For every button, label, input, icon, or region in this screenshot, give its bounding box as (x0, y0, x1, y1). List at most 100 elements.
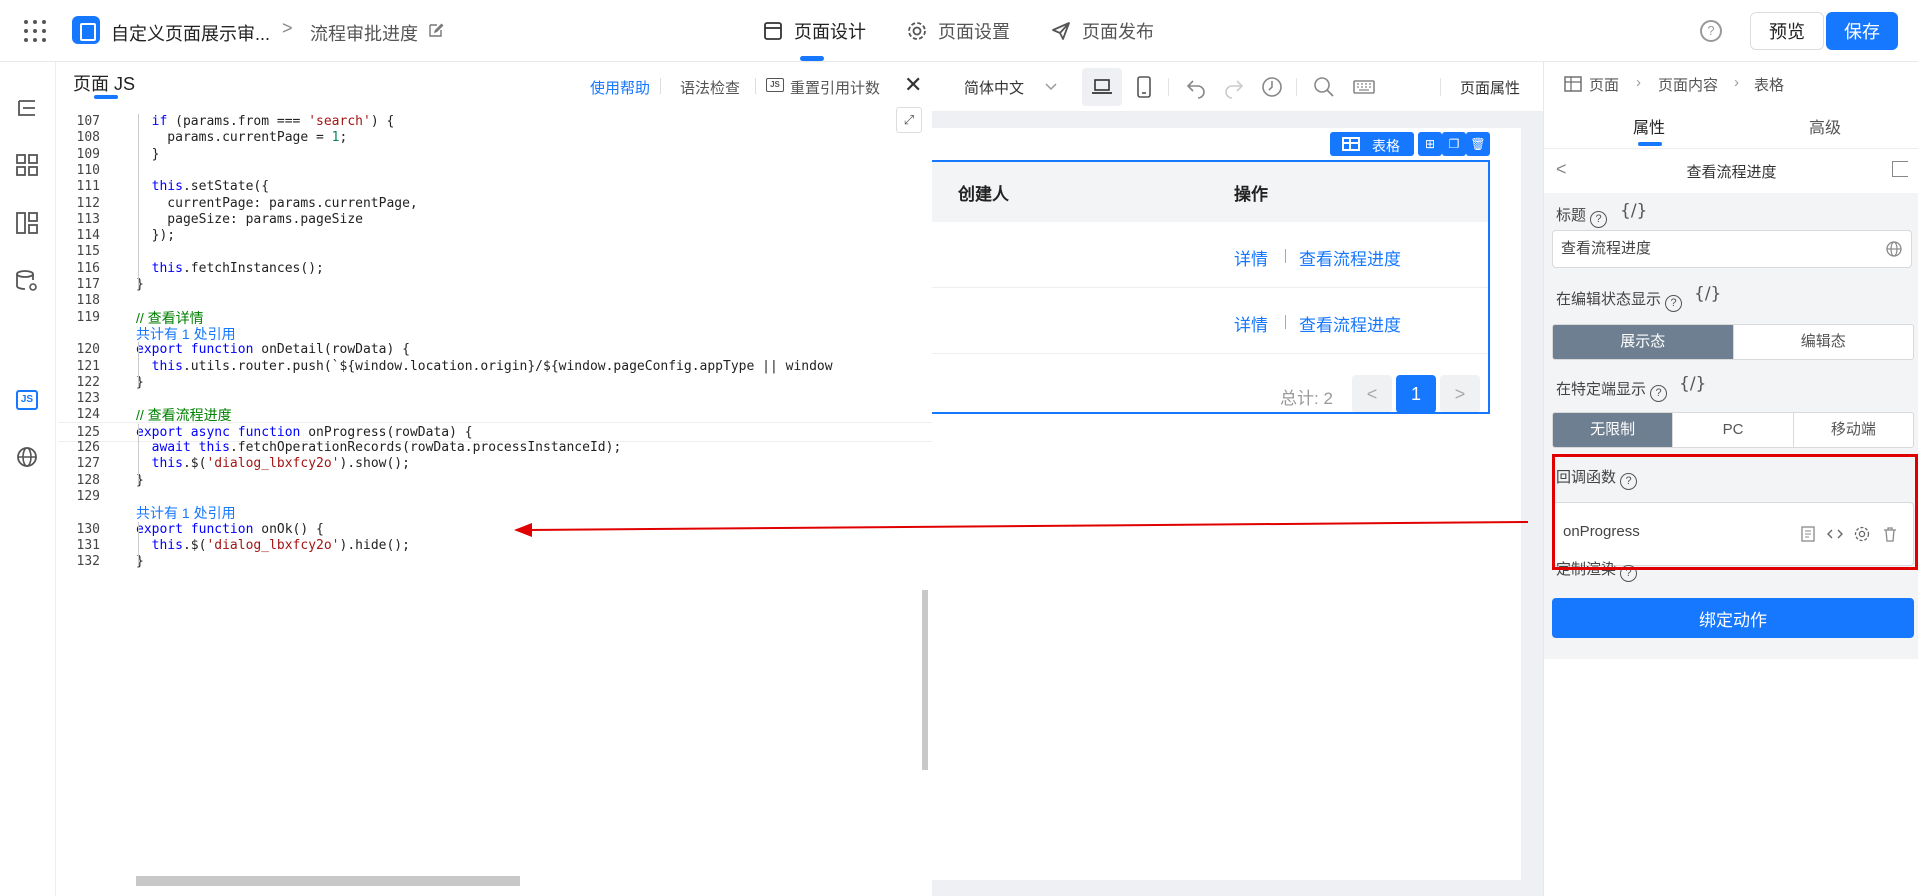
help-icon[interactable]: ? (1590, 211, 1608, 228)
indent-guide (138, 342, 139, 388)
code-line: 132} (58, 552, 932, 572)
usage-help-link[interactable]: 使用帮助 (590, 77, 650, 98)
help-icon[interactable]: ? (1665, 295, 1683, 312)
language-select[interactable]: 简体中文 (964, 77, 1024, 98)
title-label: 标题? (1556, 204, 1608, 228)
window-icon (764, 22, 782, 40)
keyboard-icon[interactable] (1352, 75, 1376, 99)
datasource-icon[interactable] (14, 268, 40, 294)
globe-icon[interactable] (14, 444, 40, 470)
code-editor[interactable]: 107 if (params.from === 'search') {108 p… (58, 102, 932, 882)
insert-icon[interactable]: ⊞ (1418, 132, 1442, 156)
divider (1296, 78, 1297, 96)
preview-button[interactable]: 预览 (1750, 12, 1824, 50)
indent-guide (138, 521, 139, 567)
table-icon (1342, 137, 1360, 151)
js-editor-panel: 页面 JS 使用帮助 语法检查 JS 重置引用计数 ✕ 107 if (para… (58, 62, 932, 896)
divider (1168, 78, 1169, 96)
page-properties-button[interactable]: 页面属性 (1460, 77, 1520, 98)
left-rail: JS (0, 62, 56, 896)
copy-icon[interactable]: ❐ (1442, 132, 1466, 156)
title-indicator (94, 95, 118, 99)
undo-icon[interactable] (1184, 75, 1208, 99)
components-icon[interactable] (14, 152, 40, 178)
tab-label: 页面设置 (938, 22, 1010, 42)
active-tab-indicator (800, 56, 824, 61)
laptop-icon (1092, 79, 1112, 94)
option-mobile[interactable]: 移动端 (1792, 413, 1913, 447)
option-unlimited[interactable]: 无限制 (1553, 413, 1673, 447)
vertical-scrollbar[interactable] (922, 590, 928, 770)
edit-icon[interactable] (428, 22, 444, 38)
desktop-view-button[interactable] (1082, 68, 1122, 106)
globe-icon[interactable] (1885, 240, 1903, 258)
tab-label: 页面设计 (794, 22, 866, 42)
action-title: 查看流程进度 (1686, 164, 1777, 181)
title-input[interactable]: 查看流程进度 (1552, 230, 1912, 268)
app-logo-icon (72, 16, 100, 44)
variable-icon[interactable]: {/} (1620, 201, 1647, 221)
apps-grid-icon[interactable] (24, 20, 46, 42)
device-segment: 无限制 PC 移动端 (1552, 412, 1914, 448)
bind-action-button[interactable]: 绑定动作 (1552, 598, 1914, 638)
close-icon[interactable]: ✕ (904, 72, 922, 98)
title-value: 查看流程进度 (1561, 240, 1652, 257)
top-bar: 自定义页面展示审... > 流程审批进度 页面设计 页面设置 页面发布 ? 预览… (0, 0, 1918, 62)
help-icon[interactable]: ? (1650, 385, 1668, 402)
indent-guide (138, 114, 139, 290)
js-icon[interactable]: JS (16, 390, 38, 410)
divider (1440, 78, 1441, 96)
save-button[interactable]: 保存 (1826, 12, 1898, 50)
chevron-right-icon: › (1734, 74, 1739, 91)
syntax-check-button[interactable]: 语法检查 (680, 77, 740, 98)
edit-state-segment: 展示态 编辑态 (1552, 324, 1914, 360)
label-text: 标题 (1556, 207, 1587, 224)
canvas-toolbar: 简体中文 页面属性 (932, 62, 1543, 112)
divider (660, 78, 661, 94)
page-name[interactable]: 流程审批进度 (310, 20, 418, 46)
variable-icon[interactable]: {/} (1694, 284, 1721, 304)
callback-highlight-box (1552, 454, 1918, 570)
history-icon[interactable] (1260, 75, 1284, 99)
tab-advanced[interactable]: 高级 (1809, 114, 1841, 138)
breadcrumb-table[interactable]: 表格 (1754, 74, 1784, 95)
device-label: 在特定端显示? (1556, 378, 1668, 402)
mobile-icon[interactable] (1132, 75, 1156, 99)
gear-icon (908, 22, 926, 40)
js-file-icon: JS (766, 78, 784, 92)
search-icon[interactable] (1312, 75, 1336, 99)
breadcrumb-page[interactable]: 页面 (1589, 74, 1619, 95)
breadcrumb-page-content[interactable]: 页面内容 (1658, 74, 1718, 95)
chevron-right-icon: › (1636, 74, 1641, 91)
horizontal-scrollbar[interactable] (136, 876, 520, 886)
tab-properties[interactable]: 属性 (1633, 114, 1665, 138)
chevron-right-icon: > (282, 18, 293, 38)
tab-page-settings[interactable]: 页面设置 (906, 0, 1010, 62)
outline-icon[interactable] (14, 96, 40, 122)
variable-icon[interactable]: {/} (1679, 374, 1706, 394)
indent-guide (138, 423, 139, 485)
label-text: 在编辑状态显示 (1556, 291, 1662, 308)
edit-state-label: 在编辑状态显示? (1556, 288, 1683, 312)
app-title[interactable]: 自定义页面展示审... (111, 20, 270, 46)
selected-table-outline (932, 160, 1490, 414)
table-icon (1564, 76, 1582, 92)
option-display[interactable]: 展示态 (1553, 325, 1733, 359)
active-tab-indicator (1638, 142, 1662, 146)
reset-ref-count-button[interactable]: 重置引用计数 (790, 77, 880, 98)
help-icon[interactable]: ? (1700, 20, 1722, 42)
redo-icon[interactable] (1222, 75, 1246, 99)
tab-page-publish[interactable]: 页面发布 (1050, 0, 1154, 62)
delete-icon[interactable]: 🗑 (1466, 132, 1490, 156)
option-pc[interactable]: PC (1672, 413, 1792, 447)
expand-icon[interactable]: ⤢ (896, 107, 922, 133)
exit-icon[interactable] (1892, 161, 1908, 177)
send-icon (1052, 22, 1070, 40)
chevron-down-icon[interactable] (1044, 80, 1058, 94)
option-edit[interactable]: 编辑态 (1732, 325, 1914, 359)
divider (755, 78, 756, 94)
sub-header: < 查看流程进度 (1544, 149, 1918, 193)
tab-page-design[interactable]: 页面设计 (762, 0, 866, 62)
table-component-badge[interactable]: 表格 (1330, 132, 1414, 156)
layout-icon[interactable] (14, 210, 40, 236)
